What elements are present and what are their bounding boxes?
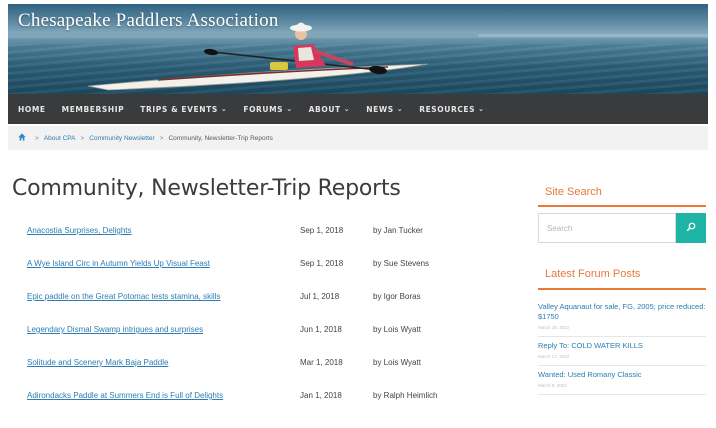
forum-posts-heading: Latest Forum Posts [545, 268, 641, 280]
forum-posts-list: Valley Aquanaut for sale, FG, 2005; pric… [538, 298, 706, 395]
report-row: Adirondacks Paddle at Summers End is Ful… [27, 387, 487, 420]
nav-label: MEMBERSHIP [61, 104, 125, 114]
nav-label: ABOUT [308, 104, 341, 114]
nav-item-home[interactable]: HOME [18, 105, 46, 114]
report-title-link[interactable]: Epic paddle on the Great Potomac tests s… [27, 292, 297, 301]
report-row: A Wye Island Circ in Autumn Yields Up Vi… [27, 255, 487, 288]
forum-post: Valley Aquanaut for sale, FG, 2005; pric… [538, 298, 706, 337]
breadcrumb-separator: > [80, 134, 85, 142]
report-date: Sep 1, 2018 [300, 259, 344, 268]
breadcrumb-current: Community, Newsletter-Trip Reports [168, 134, 273, 142]
report-title-link[interactable]: Solitude and Scenery Mark Baja Paddle [27, 358, 297, 367]
report-row: Anacostia Surprises, Delights Sep 1, 201… [27, 222, 487, 255]
forum-post: Reply To: COLD WATER KILLS March 17, 202… [538, 337, 706, 366]
report-date: Mar 1, 2018 [300, 358, 343, 367]
report-date: Sep 1, 2018 [300, 226, 344, 235]
nav-item-resources[interactable]: RESOURCES ⌄ [419, 105, 484, 114]
search-icon [686, 219, 696, 237]
home-icon[interactable] [18, 133, 26, 143]
search-box [538, 213, 676, 243]
report-row: Solitude and Scenery Mark Baja Paddle Ma… [27, 354, 487, 387]
nav-item-news[interactable]: NEWS ⌄ [366, 105, 403, 114]
forum-post-link[interactable]: Valley Aquanaut for sale, FG, 2005; pric… [538, 302, 706, 322]
forum-post-link[interactable]: Reply To: COLD WATER KILLS [538, 341, 706, 351]
forum-post-date: March 9, 2022 [538, 383, 567, 388]
site-search-heading: Site Search [545, 186, 602, 198]
forum-posts-divider [538, 288, 706, 290]
report-row: Epic paddle on the Great Potomac tests s… [27, 288, 487, 321]
chevron-down-icon: ⌄ [478, 105, 485, 113]
site-title[interactable]: Chesapeake Paddlers Association [18, 10, 279, 32]
report-date: Jan 1, 2018 [300, 391, 342, 400]
report-author: by Ralph Heimlich [373, 391, 438, 400]
chevron-down-icon: ⌄ [286, 105, 293, 113]
nav-label: NEWS [366, 104, 394, 114]
chevron-down-icon: ⌄ [343, 105, 351, 113]
report-title-link[interactable]: A Wye Island Circ in Autumn Yields Up Vi… [27, 259, 297, 268]
forum-post-date: March 17, 2022 [538, 354, 570, 359]
nav-item-forums[interactable]: FORUMS ⌄ [243, 105, 292, 114]
nav-item-about[interactable]: ABOUT ⌄ [309, 105, 351, 114]
forum-post-date: March 18, 2022 [538, 325, 570, 330]
report-author: by Igor Boras [373, 292, 421, 301]
site-search-divider [538, 205, 706, 207]
page-title: Community, Newsletter-Trip Reports [12, 176, 401, 201]
nav-item-trips-events[interactable]: TRIPS & EVENTS ⌄ [140, 105, 227, 114]
report-title-link[interactable]: Anacostia Surprises, Delights [27, 226, 297, 235]
breadcrumb-community-newsletter[interactable]: Community Newsletter [89, 135, 154, 142]
forum-post-link[interactable]: Wanted: Used Romany Classic [538, 370, 706, 380]
reports-list: Anacostia Surprises, Delights Sep 1, 201… [27, 222, 487, 420]
nav-label: TRIPS & EVENTS [140, 104, 218, 114]
report-title-link[interactable]: Adirondacks Paddle at Summers End is Ful… [27, 391, 297, 400]
report-date: Jun 1, 2018 [300, 325, 342, 334]
report-author: by Lois Wyatt [373, 325, 421, 334]
chevron-down-icon: ⌄ [220, 105, 228, 113]
breadcrumb-separator: > [159, 134, 164, 142]
nav-label: HOME [18, 104, 46, 114]
breadcrumb: > About CPA > Community Newsletter > Com… [8, 126, 708, 150]
main-nav: HOME MEMBERSHIP TRIPS & EVENTS ⌄ FORUMS ⌄ … [8, 94, 708, 124]
report-title-link[interactable]: Legendary Dismal Swamp intrigues and sur… [27, 325, 297, 334]
forum-post: Wanted: Used Romany Classic March 9, 202… [538, 366, 706, 395]
breadcrumb-separator: > [35, 134, 39, 142]
header-banner: Chesapeake Paddlers Association [8, 4, 708, 94]
report-row: Legendary Dismal Swamp intrigues and sur… [27, 321, 487, 354]
report-author: by Lois Wyatt [373, 358, 421, 367]
report-author: by Jan Tucker [373, 226, 423, 235]
report-date: Jul 1, 2018 [300, 292, 340, 301]
breadcrumb-about-cpa[interactable]: About CPA [44, 135, 76, 142]
search-input[interactable] [539, 214, 675, 242]
nav-item-membership[interactable]: MEMBERSHIP [62, 105, 125, 114]
report-author: by Sue Stevens [373, 259, 430, 268]
chevron-down-icon: ⌄ [396, 105, 404, 113]
nav-label: FORUMS [243, 104, 284, 114]
nav-label: RESOURCES [419, 104, 476, 114]
search-button[interactable] [676, 213, 706, 243]
